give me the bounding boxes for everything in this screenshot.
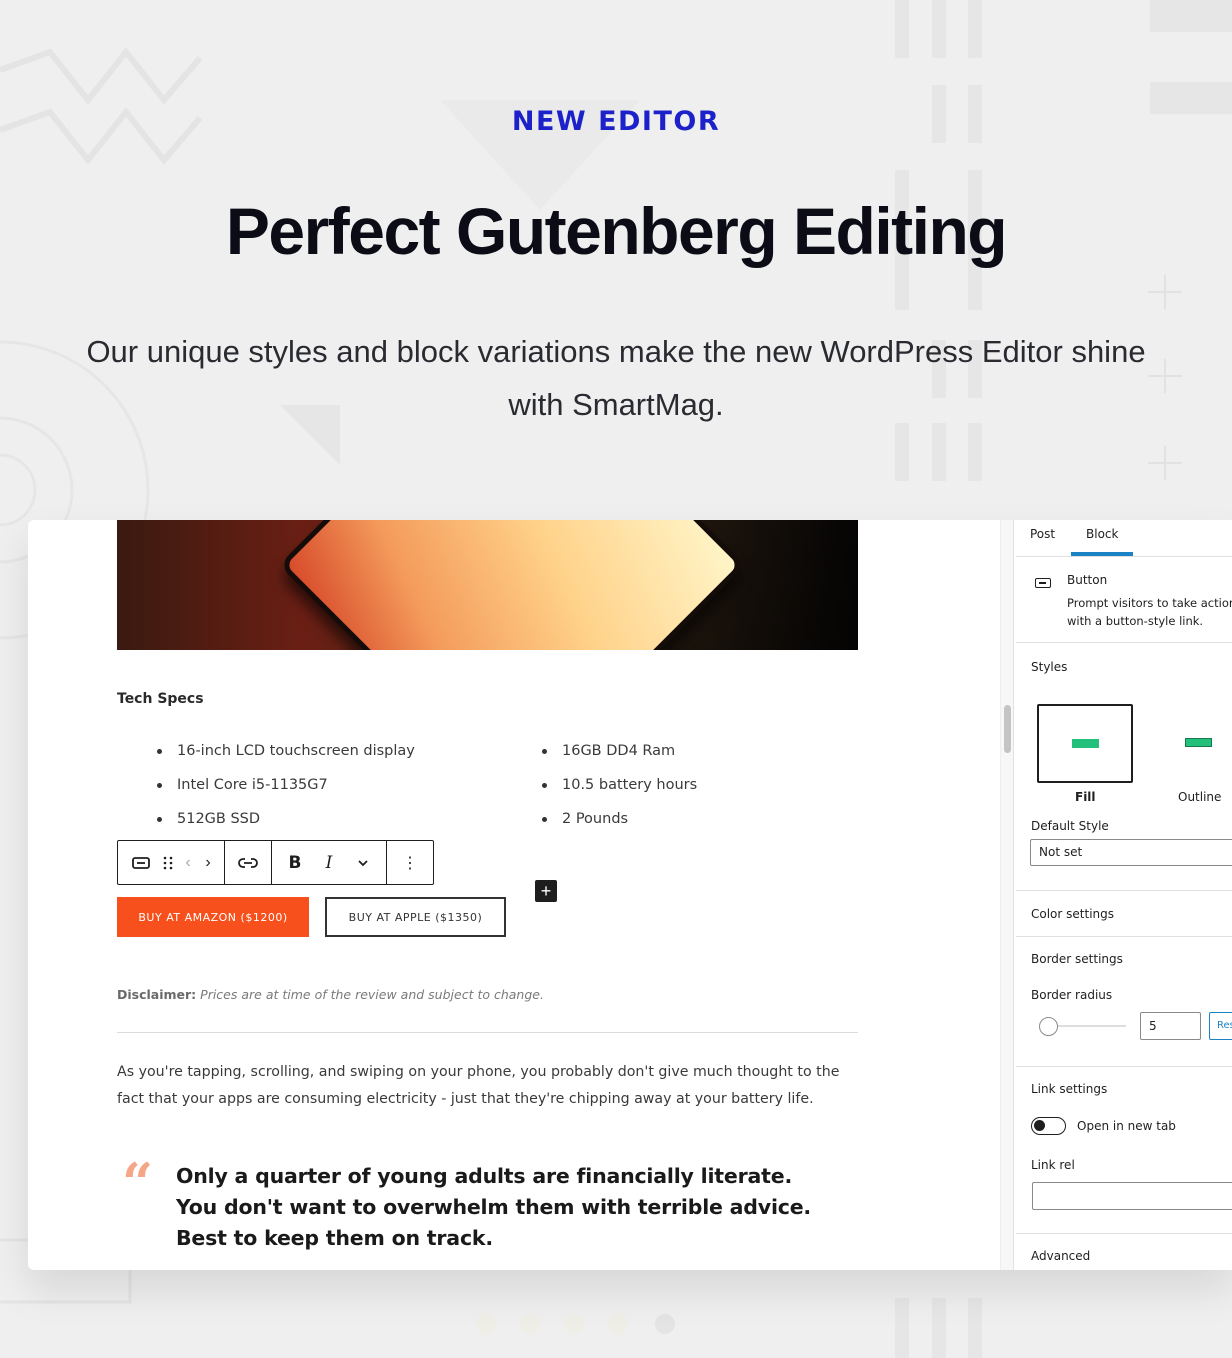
tab-post[interactable]: Post — [1030, 527, 1055, 541]
tech-specs-heading: Tech Specs — [117, 691, 204, 707]
border-settings-panel[interactable]: Border settings — [1031, 952, 1123, 966]
link-settings-panel[interactable]: Link settings — [1031, 1082, 1107, 1096]
settings-sidebar: Post Block Button Prompt visitors to tak… — [1016, 520, 1232, 1270]
separator — [117, 1032, 858, 1033]
toolbar-group-format: B I — [272, 841, 387, 884]
border-radius-label: Border radius — [1031, 988, 1113, 1002]
divider — [1016, 1233, 1232, 1234]
style-label-fill: Fill — [1075, 790, 1096, 804]
featured-image[interactable] — [117, 520, 858, 650]
divider — [1016, 890, 1232, 891]
list-item: 16GB DD4 Ram — [542, 740, 697, 774]
color-settings-panel[interactable]: Color settings — [1031, 907, 1114, 921]
move-right-icon[interactable]: › — [198, 841, 218, 884]
block-card-description: Prompt visitors to take action with a bu… — [1067, 594, 1232, 630]
buy-apple-button[interactable]: BUY AT APPLE ($1350) — [325, 897, 506, 937]
buy-amazon-button[interactable]: BUY AT AMAZON ($1200) — [117, 897, 309, 937]
more-options-icon[interactable]: ⋮ — [393, 841, 427, 884]
dots-decoration — [476, 1314, 675, 1334]
advanced-panel[interactable]: Advanced — [1031, 1249, 1090, 1263]
border-radius-input[interactable]: 5 — [1140, 1012, 1201, 1040]
border-radius-slider-thumb[interactable] — [1039, 1017, 1058, 1036]
divider — [1016, 1066, 1232, 1067]
default-style-label: Default Style — [1031, 819, 1109, 833]
default-style-select[interactable]: Not set — [1030, 839, 1232, 866]
disclaimer: Disclaimer: Prices are at time of the re… — [117, 987, 544, 1002]
list-item: Intel Core i5-1135G7 — [157, 774, 415, 808]
add-block-button[interactable]: + — [535, 880, 557, 902]
toolbar-group-link — [225, 841, 272, 884]
editor-canvas: Tech Specs 16-inch LCD touchscreen displ… — [28, 520, 1000, 1270]
list-item: 10.5 battery hours — [542, 774, 697, 808]
specs-list-left: 16-inch LCD touchscreen display Intel Co… — [157, 740, 415, 842]
pull-quote[interactable]: Only a quarter of young adults are finan… — [176, 1161, 836, 1254]
open-new-tab-toggle[interactable] — [1031, 1117, 1066, 1135]
specs-list-right: 16GB DD4 Ram 10.5 battery hours 2 Pounds — [542, 740, 697, 842]
page-headline: Perfect Gutenberg Editing — [225, 194, 1008, 268]
active-tab-indicator — [1071, 552, 1133, 556]
block-card-description-line: Prompt visitors to take action — [1067, 596, 1232, 610]
block-card-title: Button — [1067, 573, 1108, 587]
zigzag-decoration — [0, 47, 203, 105]
style-option-outline[interactable] — [1185, 738, 1212, 747]
quote-mark-icon: “ — [122, 1151, 154, 1215]
list-item: 512GB SSD — [157, 808, 415, 842]
style-preview-fill — [1072, 739, 1099, 748]
toolbar-group-block: ‹ › — [118, 841, 225, 884]
link-rel-input[interactable] — [1032, 1182, 1232, 1210]
button-block-icon[interactable] — [124, 841, 158, 884]
link-rel-label: Link rel — [1031, 1158, 1075, 1172]
block-card-description-line: with a button-style link. — [1067, 614, 1204, 628]
disclaimer-label: Disclaimer: — [117, 987, 197, 1002]
toggle-knob — [1034, 1120, 1045, 1131]
section-eyebrow: NEW EDITOR — [511, 106, 721, 137]
editor-window: Tech Specs 16-inch LCD touchscreen displ… — [28, 520, 1232, 1270]
plus-decoration — [1148, 275, 1182, 480]
block-toolbar: ‹ › B I ⋮ — [117, 840, 434, 885]
toolbar-group-options: ⋮ — [387, 841, 433, 884]
styles-heading: Styles — [1031, 660, 1068, 674]
open-new-tab-label: Open in new tab — [1077, 1119, 1176, 1133]
drag-handle-icon[interactable] — [158, 841, 178, 884]
circle-decoration — [0, 453, 37, 527]
laptop-screen-graphic — [278, 520, 746, 650]
block-card: Button Prompt visitors to take action wi… — [1016, 557, 1232, 643]
body-paragraph[interactable]: As you're tapping, scrolling, and swipin… — [117, 1059, 862, 1112]
canvas-scrollbar[interactable] — [1000, 520, 1014, 1270]
italic-button[interactable]: I — [312, 841, 346, 884]
style-label-outline: Outline — [1178, 790, 1222, 804]
divider — [1016, 936, 1232, 937]
bold-button[interactable]: B — [278, 841, 312, 884]
sidebar-tabs: Post Block — [1016, 520, 1232, 557]
link-icon[interactable] — [231, 841, 265, 884]
button-block-icon — [1035, 578, 1051, 588]
list-item: 2 Pounds — [542, 808, 697, 842]
list-item: 16-inch LCD touchscreen display — [157, 740, 415, 774]
move-left-icon[interactable]: ‹ — [178, 841, 198, 884]
scrollbar-thumb[interactable] — [1004, 705, 1011, 753]
style-option-fill[interactable] — [1037, 704, 1133, 783]
border-radius-slider[interactable] — [1046, 1025, 1126, 1027]
disclaimer-text: Prices are at time of the review and sub… — [196, 987, 544, 1002]
page-subheadline: Our unique styles and block variations m… — [86, 334, 1146, 422]
more-formats-chevron-icon[interactable] — [346, 841, 380, 884]
reset-button[interactable]: Reset — [1209, 1012, 1232, 1040]
tab-block[interactable]: Block — [1086, 527, 1118, 541]
